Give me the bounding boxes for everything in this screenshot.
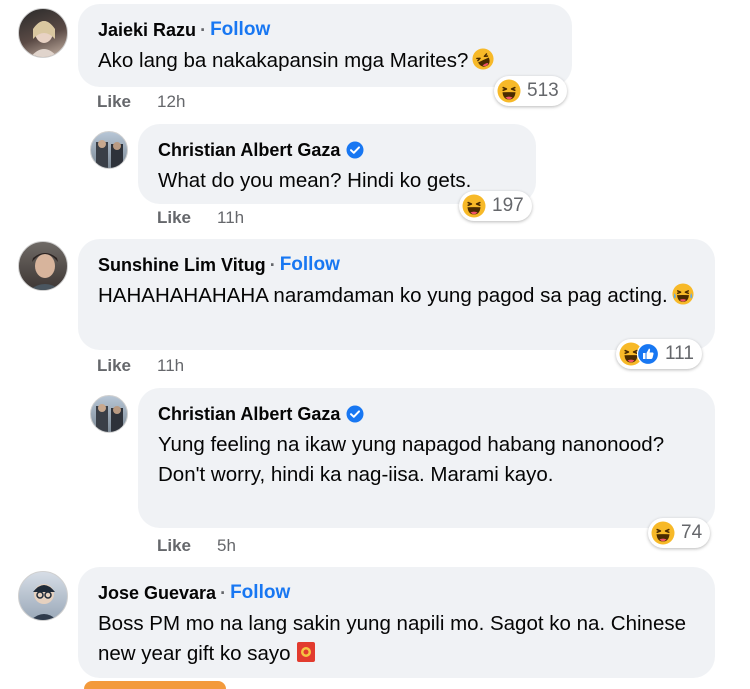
reaction-count-badge[interactable]: 111 [616,339,702,369]
reaction-count: 111 [665,343,694,364]
reaction-count: 197 [492,195,524,216]
avatar[interactable] [18,571,68,621]
avatar[interactable] [90,395,128,433]
reaction-count-badge[interactable]: 197 [459,191,532,221]
haha-reaction-icon [462,194,486,218]
comment-text: What do you mean? Hindi ko gets. [158,169,472,192]
avatar[interactable] [18,8,68,58]
tears-of-joy-emoji-icon [671,283,694,305]
comment-text: Boss PM mo na lang sakin yung napili mo.… [98,612,686,665]
commenter-name[interactable]: Christian Albert Gaza [158,403,340,425]
haha-reaction-icon [497,79,521,103]
commenter-name[interactable]: Jose Guevara [98,582,216,604]
separator-dot: · [220,583,227,603]
avatar[interactable] [90,131,128,169]
verified-badge-icon [346,405,364,423]
comment-meta: Like 11h [157,208,244,228]
profile-photo-icon [96,404,123,432]
reaction-count: 74 [681,522,703,543]
reaction-count-badge[interactable]: 74 [648,518,711,548]
like-button[interactable]: Like [157,208,191,228]
next-comment-preview [84,681,226,689]
timestamp[interactable]: 11h [157,356,184,376]
separator-dot: · [200,20,207,40]
follow-button[interactable]: Follow [210,19,270,41]
follow-button[interactable]: Follow [280,254,340,276]
comment-bubble: Sunshine Lim Vitug · Follow HAHAHAHAHAHA… [78,239,715,350]
comment-meta: Like 5h [157,536,236,556]
red-envelope-emoji-icon [296,642,315,662]
comment-text: Yung feeling na ikaw yung napagod habang… [158,433,665,486]
profile-photo-icon [29,253,61,290]
profile-photo-icon [31,584,57,620]
like-button[interactable]: Like [97,92,131,112]
like-button[interactable]: Like [97,356,131,376]
profile-photo-icon [96,140,123,168]
timestamp[interactable]: 5h [217,536,236,556]
like-reaction-icon [637,343,659,365]
commenter-name[interactable]: Christian Albert Gaza [158,139,340,161]
comment-text: HAHAHAHAHAHA naramdaman ko yung pagod sa… [98,284,668,307]
timestamp[interactable]: 12h [157,92,185,112]
like-button[interactable]: Like [157,536,191,556]
commenter-name[interactable]: Jaieki Razu [98,19,196,41]
separator-dot: · [269,255,276,275]
comment-meta: Like 11h [97,356,184,376]
comment-bubble: Jaieki Razu · Follow Ako lang ba nakakap… [78,4,572,87]
commenter-name[interactable]: Sunshine Lim Vitug [98,254,266,276]
reaction-count-badge[interactable]: 513 [494,76,567,106]
comment-bubble: Christian Albert Gaza Yung feeling na ik… [138,388,715,528]
follow-button[interactable]: Follow [230,582,290,604]
comment-bubble: Jose Guevara · Follow Boss PM mo na lang… [78,567,715,678]
verified-badge-icon [346,141,364,159]
comment-text: Ako lang ba nakakapansin mga Marites? [98,49,469,72]
comment-meta: Like 12h [97,92,185,112]
reaction-count: 513 [527,80,559,101]
rolling-laughing-emoji-icon [472,48,495,70]
profile-photo-icon [30,21,58,57]
avatar[interactable] [18,241,68,291]
timestamp[interactable]: 11h [217,208,244,228]
haha-reaction-icon [651,521,675,545]
